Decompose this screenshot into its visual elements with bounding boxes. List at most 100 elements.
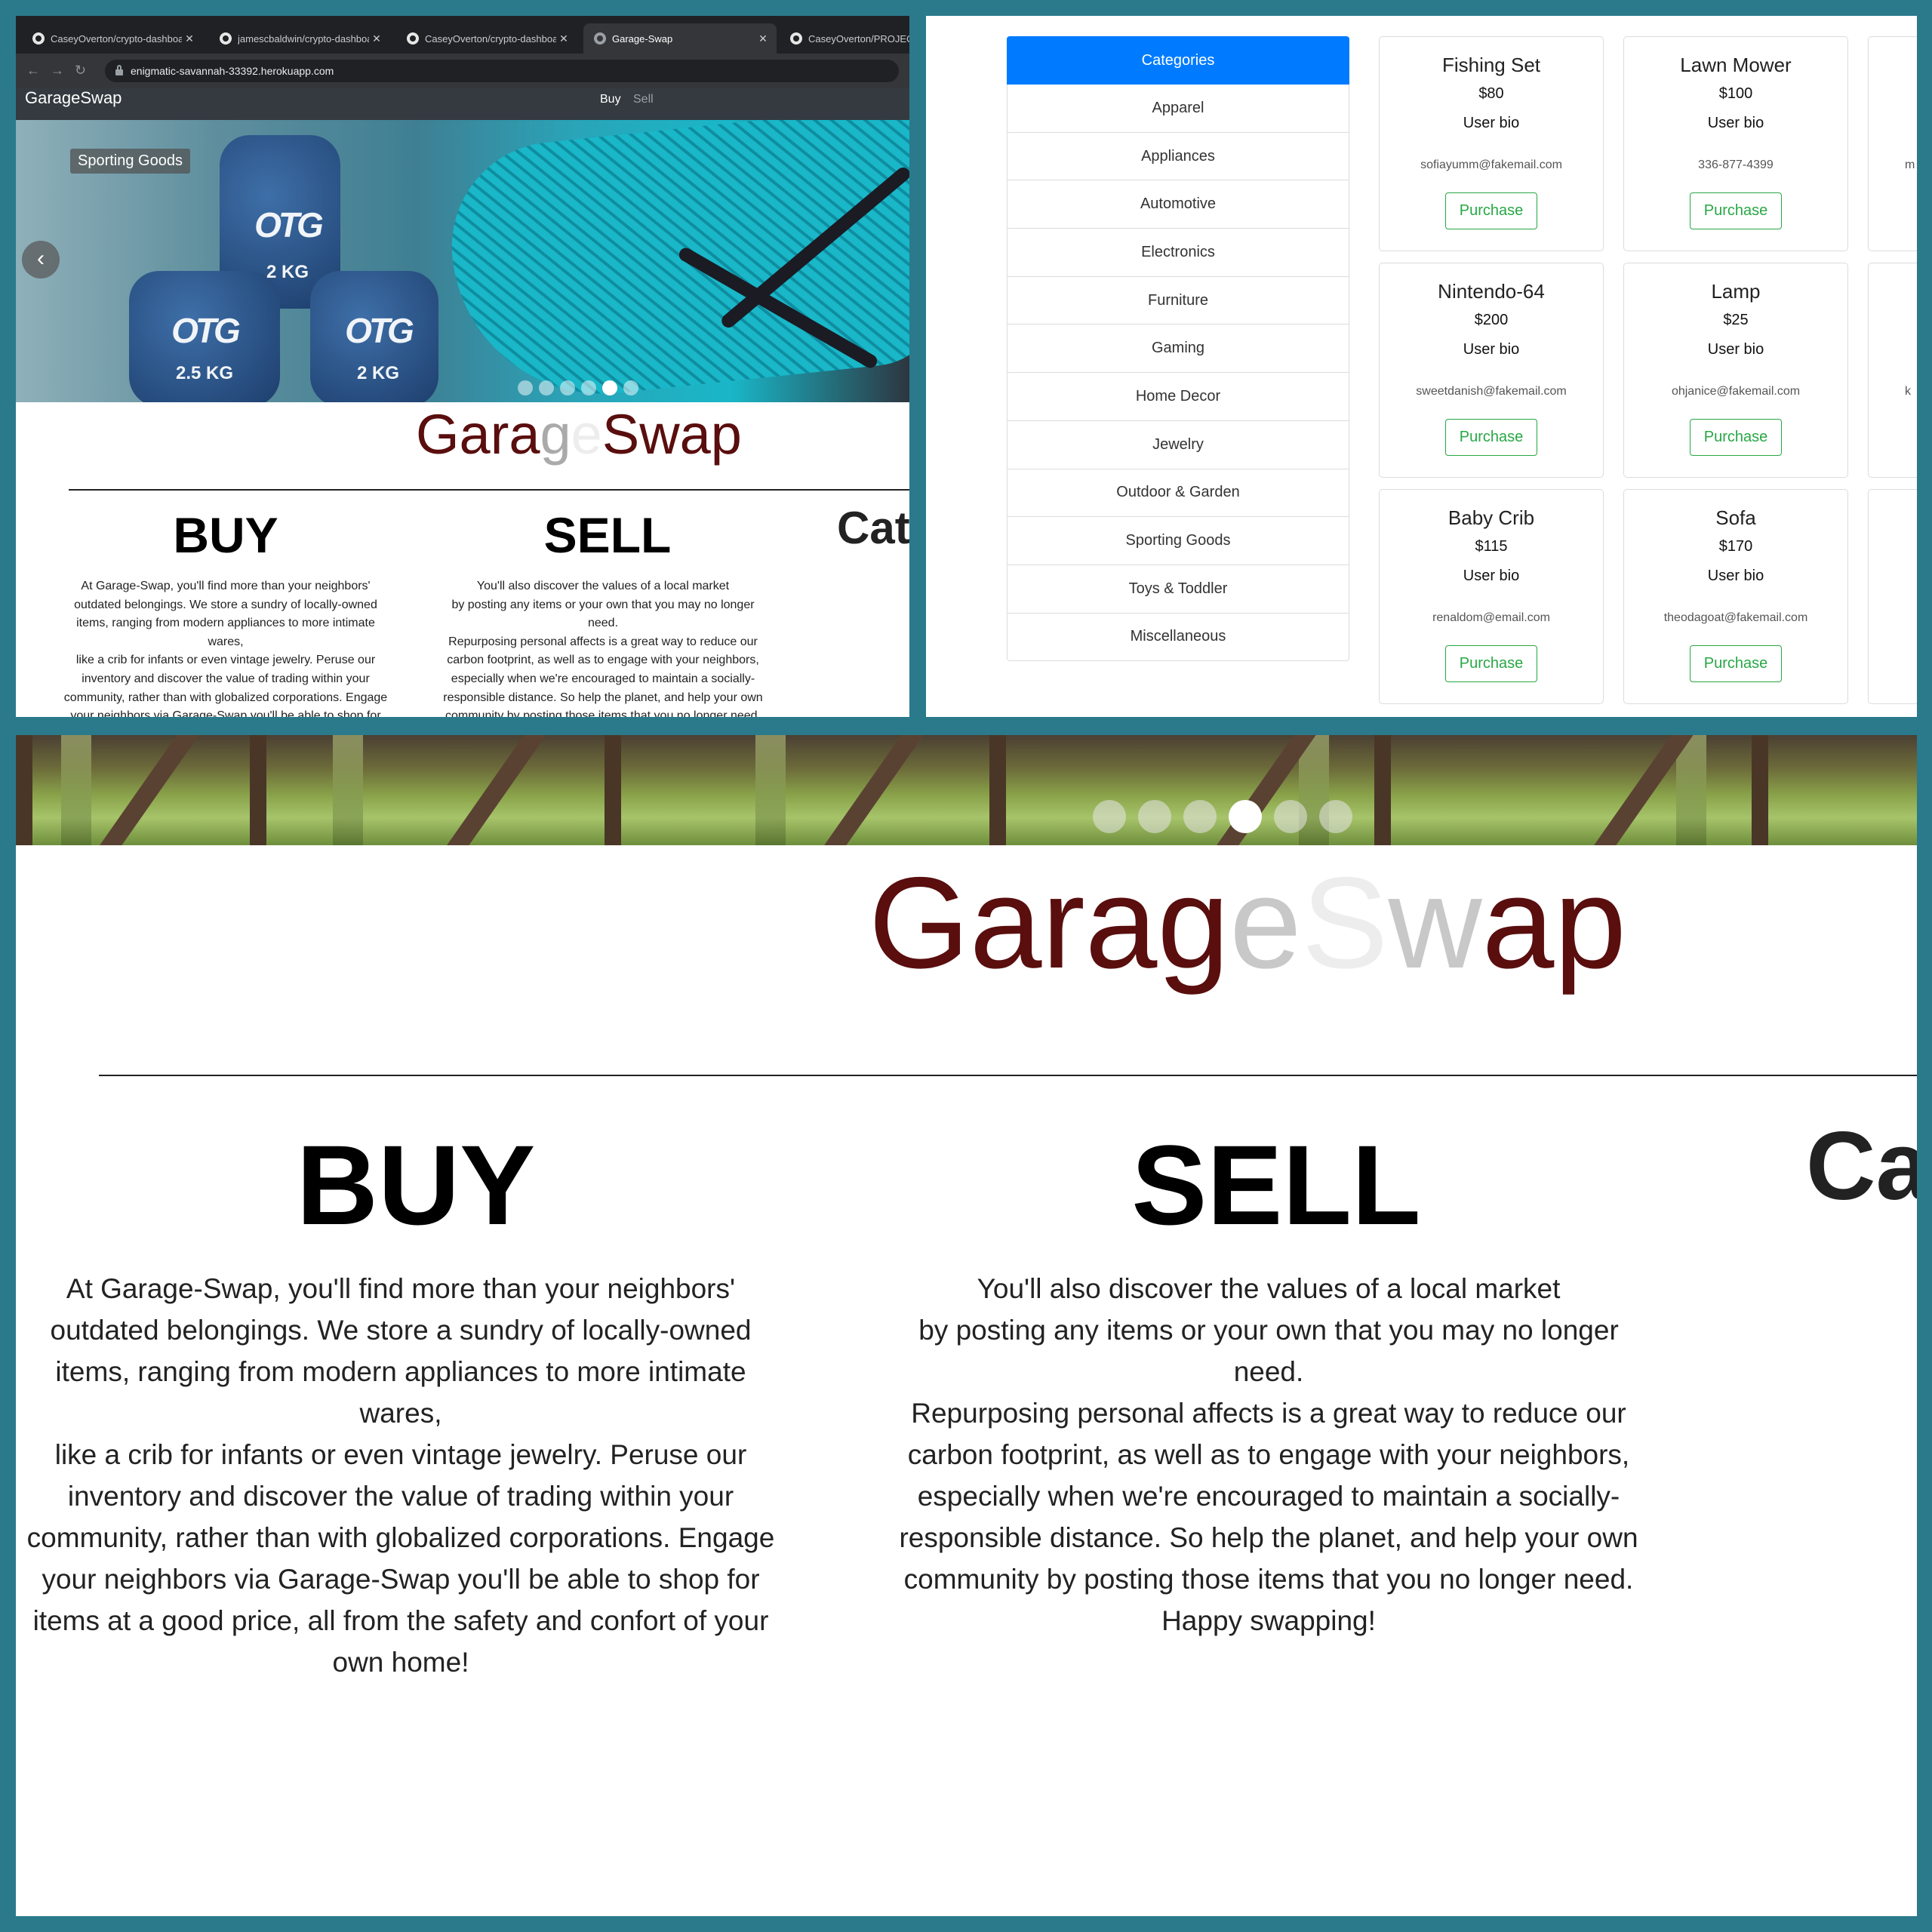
nav-sell-link[interactable]: Sell [633,93,654,106]
carousel-indicator[interactable] [1138,800,1171,833]
product-price: $170 [1718,538,1753,555]
carousel-indicator[interactable] [518,380,533,395]
carousel-indicator[interactable] [1093,800,1126,833]
product-bio: User bio [1707,115,1764,131]
sell-heading: SELL [1131,1121,1421,1248]
dumbbell-logo: OTG [345,311,414,350]
category-item-toys-toddler[interactable]: Toys & Toddler [1007,565,1349,614]
carousel-indicators [518,380,638,395]
github-icon [32,32,45,45]
purchase-button[interactable]: Purchase [1690,645,1782,682]
carousel-indicator[interactable] [581,380,596,395]
product-name: Baby Crib [1447,506,1535,529]
divider [69,489,909,491]
category-item-appliances[interactable]: Appliances [1007,132,1349,181]
tab-title: CaseyOverton/crypto-dashboard [425,32,556,45]
fence-rail [91,735,201,845]
listings-page: Categories Apparel Appliances Automotive… [926,16,1917,717]
tab-title: CaseyOverton/PROJECT2 [808,32,909,45]
product-card: Lamp $25 User bio ohjanice@fakemail.com … [1623,263,1848,478]
category-list: Categories Apparel Appliances Automotive… [1007,36,1349,662]
globe-icon [594,32,606,45]
dumbbell-label: 2 KG [356,363,399,383]
fence-post [605,735,621,845]
product-card: Fishing Set $80 User bio sofiayumm@fakem… [1379,36,1604,251]
product-contact: theodagoat@fakemail.com [1663,611,1808,624]
github-icon [790,32,802,45]
github-icon [407,32,419,45]
category-item-automotive[interactable]: Automotive [1007,180,1349,229]
url-text: enigmatic-savannah-33392.herokuapp.com [131,65,334,77]
category-item-gaming[interactable]: Gaming [1007,325,1349,374]
category-item-furniture[interactable]: Furniture [1007,276,1349,325]
carousel-indicator[interactable] [623,380,638,395]
category-item-outdoor-garden[interactable]: Outdoor & Garden [1007,469,1349,518]
purchase-button[interactable]: Purchase [1445,192,1537,229]
tab-title: CaseyOverton/crypto-dashboard [51,32,182,45]
carousel-prev-button[interactable]: ‹ [22,241,60,278]
carousel-indicator[interactable] [1274,800,1307,833]
category-item-home-decor[interactable]: Home Decor [1007,373,1349,421]
category-item-miscellaneous[interactable]: Miscellaneous [1007,613,1349,662]
product-contact: sofiayumm@fakemail.com [1420,158,1562,171]
nav-buy-link[interactable]: Buy [600,93,621,106]
product-name: Lamp [1711,280,1761,303]
url-field[interactable]: enigmatic-savannah-33392.herokuapp.com [105,60,899,82]
carousel-indicator-active[interactable] [1229,800,1262,833]
product-card-partial [1868,489,1917,704]
browser-tab-active[interactable]: Garage-Swap ✕ [583,23,777,54]
categories-heading: Cat [837,503,909,553]
fence-post [16,735,32,845]
back-icon[interactable]: ← [26,63,40,78]
product-name: Sofa [1715,506,1756,529]
running-shoe-image [441,120,909,402]
grass-texture [61,735,91,845]
category-item-jewelry[interactable]: Jewelry [1007,420,1349,469]
category-list-header[interactable]: Categories [1007,36,1349,85]
garageswap-wordmark: GarageSwap [869,851,1626,995]
fence-post [1752,735,1768,845]
github-icon [220,32,232,45]
carousel-indicator[interactable] [1319,800,1352,833]
carousel-indicator-active[interactable] [602,380,617,395]
browser-tab-5[interactable]: CaseyOverton/PROJECT2 [780,23,909,54]
purchase-button[interactable]: Purchase [1445,419,1537,456]
product-bio: User bio [1463,568,1520,584]
forward-icon[interactable]: → [51,63,64,78]
fence-rail [438,735,548,845]
category-item-electronics[interactable]: Electronics [1007,229,1349,277]
purchase-button[interactable]: Purchase [1690,419,1782,456]
site-navbar: GarageSwap Buy Sell [16,88,909,120]
dumbbell-logo: OTG [254,205,324,245]
dumbbell-logo: OTG [171,311,241,350]
carousel-indicator[interactable] [560,380,575,395]
product-contact: ohjanice@fakemail.com [1671,385,1801,398]
buy-heading: BUY [296,1121,536,1248]
dumbbell-label: 2 KG [266,262,309,282]
hero-carousel: OTG 2 KG OTG 2.5 KG OTG 2 KG Sporting Go… [16,120,909,402]
carousel-indicator[interactable] [539,380,554,395]
fence-rail [815,735,925,845]
product-card-partial: m [1868,36,1917,251]
product-name: Fishing Set [1441,54,1541,76]
navbar-brand[interactable]: GarageSwap [25,88,122,108]
reload-icon[interactable]: ↻ [75,63,86,78]
category-item-sporting-goods[interactable]: Sporting Goods [1007,517,1349,565]
category-item-apparel[interactable]: Apparel [1007,85,1349,133]
hero-carousel-zoomed [16,735,1917,845]
product-price: $115 [1475,538,1508,555]
browser-tab-1[interactable]: CaseyOverton/crypto-dashboard ✕ [22,23,203,54]
purchase-button[interactable]: Purchase [1445,645,1537,682]
product-bio: User bio [1707,568,1764,584]
close-tab-icon[interactable]: ✕ [556,32,571,45]
browser-tab-3[interactable]: CaseyOverton/crypto-dashboard ✕ [396,23,577,54]
browser-tab-2[interactable]: jamescbaldwin/crypto-dashboard ✕ [209,23,390,54]
address-bar: ← → ↻ enigmatic-savannah-33392.herokuapp… [16,54,909,88]
close-tab-icon[interactable]: ✕ [755,32,771,45]
purchase-button[interactable]: Purchase [1690,192,1782,229]
carousel-indicator[interactable] [1183,800,1217,833]
sell-description: You'll also discover the values of a loc… [899,1273,1638,1636]
product-contact: 336-877-4399 [1698,158,1774,171]
close-tab-icon[interactable]: ✕ [369,32,384,45]
close-tab-icon[interactable]: ✕ [182,32,197,45]
